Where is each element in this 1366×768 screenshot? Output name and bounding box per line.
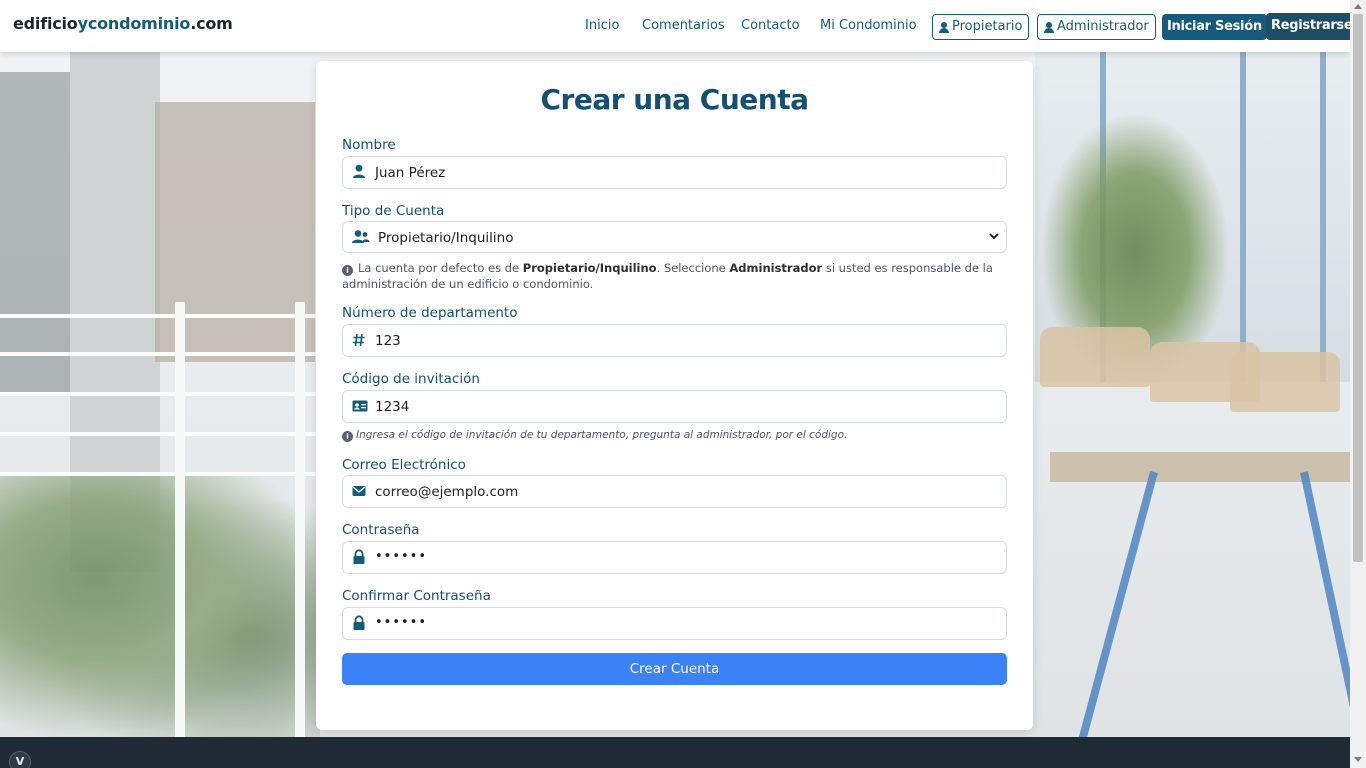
correo-value: correo@ejemplo.com xyxy=(375,484,519,500)
page-title: Crear una Cuenta xyxy=(540,83,810,116)
register-card: Crear una Cuenta Nombre Juan Pérez Tipo … xyxy=(316,61,1033,730)
password-value: •••••• xyxy=(375,549,428,564)
invitacion-value: 1234 xyxy=(375,399,410,415)
tipo-cuenta-help: i La cuenta por defecto es de Propietario… xyxy=(342,261,993,291)
vue-devtools-badge[interactable]: V xyxy=(9,751,31,768)
administrador-label: Administrador xyxy=(1057,19,1149,34)
tipo-cuenta-select[interactable]: Propietario/Inquilino xyxy=(342,221,1007,253)
id-card-icon xyxy=(352,400,368,412)
nombre-value: Juan Pérez xyxy=(375,165,446,181)
user-icon xyxy=(353,164,365,178)
tipo-cuenta-label: Tipo de Cuenta xyxy=(342,203,445,219)
nombre-label: Nombre xyxy=(342,137,396,153)
nav-link-mi-condominio[interactable]: Mi Condominio xyxy=(820,18,917,33)
password-label: Contraseña xyxy=(342,522,420,538)
email-field[interactable]: correo@ejemplo.com xyxy=(342,475,1007,508)
scroll-thumb[interactable] xyxy=(1353,14,1363,562)
confirm-password-value: •••••• xyxy=(375,615,428,630)
invitacion-help: i Ingresa el código de invitación de tu d… xyxy=(342,427,1002,443)
hashtag-icon xyxy=(353,333,365,347)
navbar: edificioycondominio.com Inicio Comentari… xyxy=(0,0,1358,52)
user-icon xyxy=(939,21,949,33)
nav-link-contacto[interactable]: Contacto xyxy=(741,18,800,33)
brand-logo[interactable]: edificioycondominio.com xyxy=(13,14,233,33)
envelope-icon xyxy=(352,486,366,496)
propietario-button[interactable]: Propietario xyxy=(932,14,1030,40)
invitacion-label: Código de invitación xyxy=(342,371,480,387)
propietario-label: Propietario xyxy=(952,19,1023,34)
administrador-button[interactable]: Administrador xyxy=(1037,14,1156,40)
create-account-button[interactable]: Crear Cuenta xyxy=(342,653,1007,685)
info-icon: i xyxy=(342,431,353,442)
lock-icon xyxy=(353,549,365,564)
footer xyxy=(0,737,1350,768)
scroll-up-icon[interactable] xyxy=(1354,4,1362,9)
confirm-password-label: Confirmar Contraseña xyxy=(342,588,491,604)
chevron-down-icon xyxy=(989,233,999,240)
info-icon: i xyxy=(342,265,353,276)
nombre-input[interactable]: Juan Pérez xyxy=(342,156,1007,189)
departamento-value: 123 xyxy=(375,333,401,349)
departamento-input[interactable]: 123 xyxy=(342,324,1007,357)
users-icon xyxy=(352,230,370,243)
register-button[interactable]: Registrarse xyxy=(1266,13,1358,40)
login-button[interactable]: Iniciar Sesión xyxy=(1162,14,1267,40)
invitacion-input[interactable]: 1234 xyxy=(342,390,1007,423)
scroll-down-icon[interactable] xyxy=(1354,757,1362,762)
confirm-password-field[interactable]: •••••• xyxy=(342,607,1007,640)
departamento-label: Número de departamento xyxy=(342,305,518,321)
correo-label: Correo Electrónico xyxy=(342,457,466,473)
page-scrollbar[interactable] xyxy=(1350,0,1366,768)
user-gear-icon xyxy=(1044,21,1054,33)
password-field[interactable]: •••••• xyxy=(342,541,1007,574)
nav-link-inicio[interactable]: Inicio xyxy=(585,18,619,33)
tipo-cuenta-value: Propietario/Inquilino xyxy=(378,230,514,246)
nav-link-comentarios[interactable]: Comentarios xyxy=(642,18,725,33)
lock-icon xyxy=(353,615,365,630)
